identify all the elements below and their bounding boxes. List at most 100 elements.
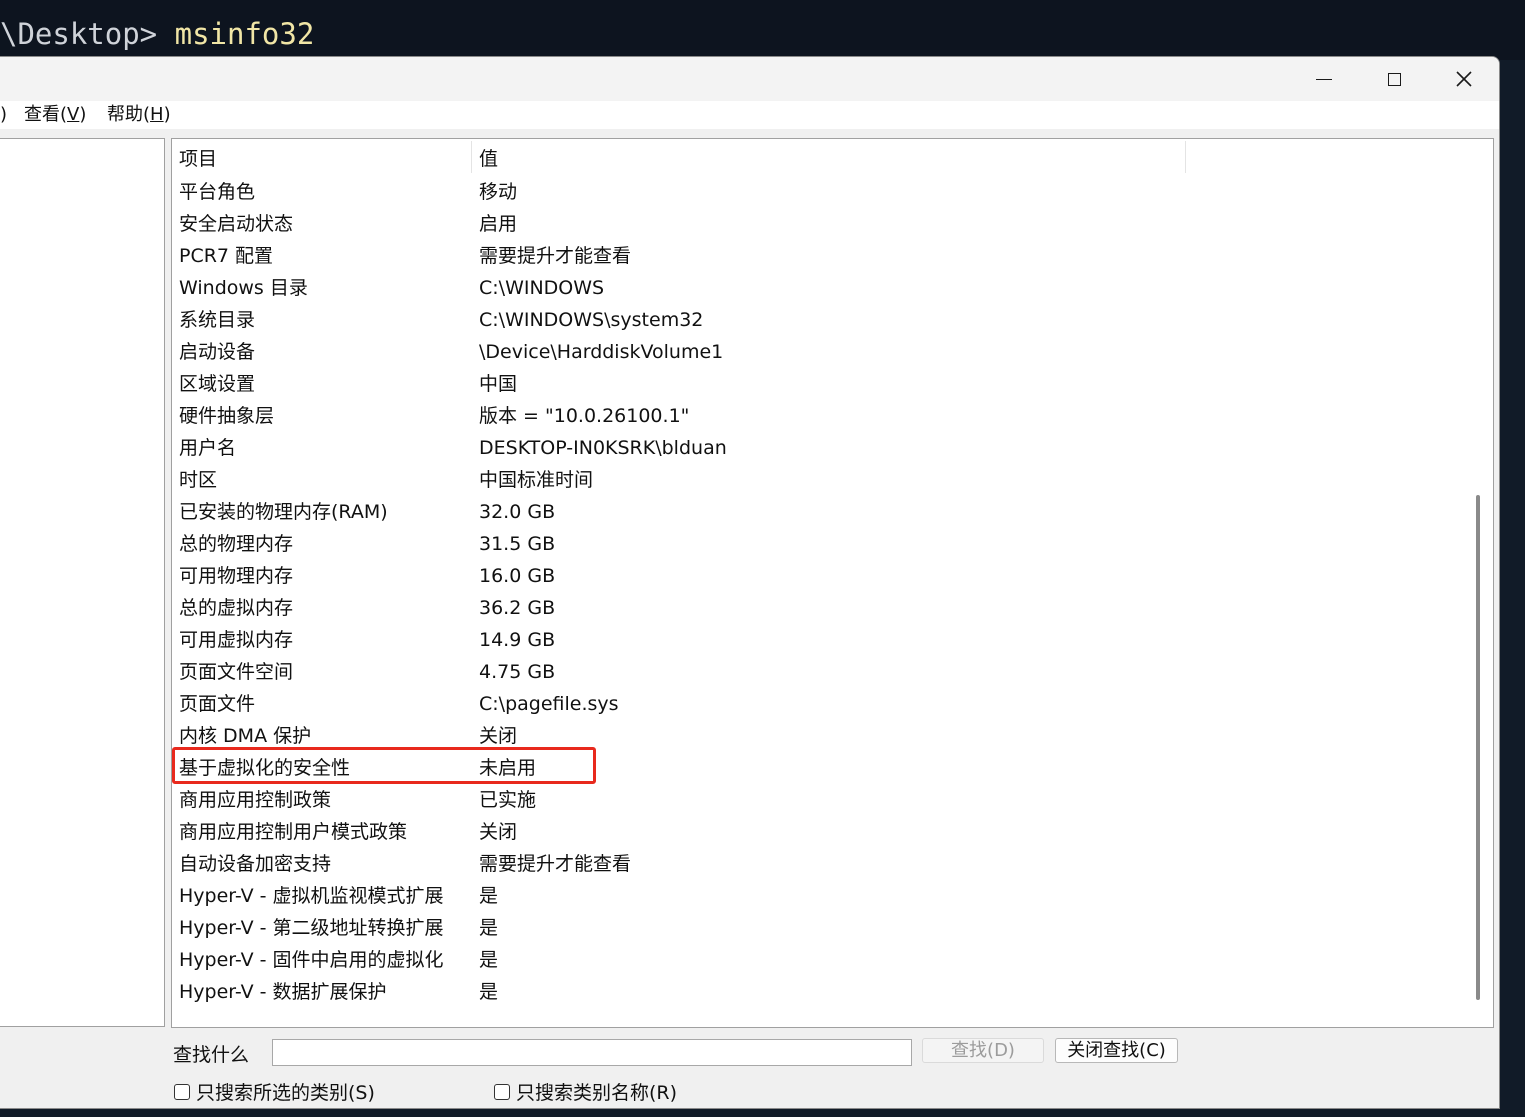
row-item: 已安装的物理内存(RAM)	[179, 501, 388, 523]
table-row[interactable]: 启动设备 \Device\HarddiskVolume1	[172, 336, 1462, 368]
table-row[interactable]: 页面文件空间 4.75 GB	[172, 656, 1462, 688]
row-item: 安全启动状态	[179, 213, 294, 235]
checkbox-label: 只搜索所选的类别(S)	[196, 1082, 375, 1104]
row-item: Windows 目录	[179, 277, 308, 299]
menu-item-clipped[interactable]: )	[0, 104, 7, 126]
row-value: 关闭	[479, 725, 518, 747]
row-value: 启用	[479, 213, 518, 235]
maximize-button[interactable]	[1360, 57, 1428, 101]
row-value: C:\WINDOWS\system32	[479, 309, 704, 331]
details-list[interactable]: 项目 值 平台角色 移动 安全启动状态 启用 PCR7 配置 需要提升才能查看 Window…	[171, 138, 1494, 1028]
table-row[interactable]: 基于虚拟化的安全性 未启用	[172, 752, 1462, 784]
checkbox-box[interactable]	[494, 1083, 510, 1100]
close-icon	[1456, 71, 1472, 87]
table-row[interactable]: 总的虚拟内存 36.2 GB	[172, 592, 1462, 624]
row-value: 移动	[479, 181, 518, 203]
row-value: 是	[479, 885, 499, 907]
column-divider[interactable]	[1185, 141, 1186, 173]
row-value: \Device\HarddiskVolume1	[479, 341, 724, 363]
row-value: 是	[479, 981, 499, 1003]
table-row[interactable]: 自动设备加密支持 需要提升才能查看	[172, 848, 1462, 880]
table-row[interactable]: 硬件抽象层 版本 = "10.0.26100.1"	[172, 400, 1462, 432]
table-row[interactable]: Hyper-V - 数据扩展保护 是	[172, 976, 1462, 1008]
terminal-background: \Desktop> msinfo32	[0, 0, 1525, 60]
close-button[interactable]	[1430, 57, 1498, 101]
row-item: 总的虚拟内存	[179, 597, 294, 619]
menu-view-label: 查看(	[24, 104, 68, 125]
table-row[interactable]: 总的物理内存 31.5 GB	[172, 528, 1462, 560]
table-row[interactable]: 时区 中国标准时间	[172, 464, 1462, 496]
scrollbar-thumb[interactable]	[1476, 495, 1480, 1000]
menu-help-mnemonic: H	[150, 104, 164, 125]
row-value: 需要提升才能查看	[479, 853, 632, 875]
only-selected-category-checkbox[interactable]: 只搜索所选的类别(S)	[174, 1078, 375, 1105]
terminal-prompt: \Desktop>	[0, 17, 175, 51]
column-divider[interactable]	[471, 141, 472, 173]
row-item: 内核 DMA 保护	[179, 725, 312, 747]
row-value: 中国	[479, 373, 518, 395]
table-row[interactable]: PCR7 配置 需要提升才能查看	[172, 240, 1462, 272]
row-value: 关闭	[479, 821, 518, 843]
minimize-button[interactable]	[1290, 57, 1358, 101]
table-row[interactable]: 商用应用控制政策 已实施	[172, 784, 1462, 816]
find-button[interactable]: 查找(D)	[922, 1038, 1044, 1063]
row-value: 14.9 GB	[479, 629, 556, 651]
checkbox-box[interactable]	[174, 1083, 190, 1100]
row-value: C:\pagefile.sys	[479, 693, 619, 715]
column-header-item[interactable]: 项目	[179, 145, 217, 173]
table-row[interactable]: 安全启动状态 启用	[172, 208, 1462, 240]
table-row[interactable]: Hyper-V - 虚拟机监视模式扩展 是	[172, 880, 1462, 912]
menu-item-help[interactable]: 帮助(H)	[107, 104, 171, 126]
row-item: 可用物理内存	[179, 565, 294, 587]
table-row[interactable]: 可用物理内存 16.0 GB	[172, 560, 1462, 592]
row-item: Hyper-V - 第二级地址转换扩展	[179, 917, 444, 939]
menu-help-label: 帮助(	[107, 104, 151, 125]
table-row[interactable]: Windows 目录 C:\WINDOWS	[172, 272, 1462, 304]
row-value: 16.0 GB	[479, 565, 556, 587]
row-item: 系统目录	[179, 309, 256, 331]
table-row[interactable]: 区域设置 中国	[172, 368, 1462, 400]
row-value: DESKTOP-IN0KSRK\blduan	[479, 437, 727, 459]
row-value: 是	[479, 917, 499, 939]
row-item: 可用虚拟内存	[179, 629, 294, 651]
table-row[interactable]: 商用应用控制用户模式政策 关闭	[172, 816, 1462, 848]
row-item: 总的物理内存	[179, 533, 294, 555]
row-item: 平台角色	[179, 181, 256, 203]
row-item: Hyper-V - 虚拟机监视模式扩展	[179, 885, 444, 907]
system-information-window: ) 查看(V) 帮助(H) 项目 值 平台角色 移动安全启动状态 启用 PCR7 配置…	[0, 56, 1500, 1109]
vertical-scrollbar[interactable]	[1468, 139, 1493, 1027]
row-value: 32.0 GB	[479, 501, 556, 523]
row-value: 需要提升才能查看	[479, 245, 632, 267]
row-value: 中国标准时间	[479, 469, 594, 491]
row-item: Hyper-V - 固件中启用的虚拟化	[179, 949, 444, 971]
table-row[interactable]: 已安装的物理内存(RAM) 32.0 GB	[172, 496, 1462, 528]
row-value: C:\WINDOWS	[479, 277, 605, 299]
minimize-icon	[1316, 78, 1332, 80]
close-find-button[interactable]: 关闭查找(C)	[1055, 1038, 1178, 1063]
row-value: 31.5 GB	[479, 533, 556, 555]
table-row[interactable]: 可用虚拟内存 14.9 GB	[172, 624, 1462, 656]
menu-item-view[interactable]: 查看(V)	[24, 104, 86, 126]
table-row[interactable]: 平台角色 移动	[172, 176, 1462, 208]
table-row[interactable]: 页面文件 C:\pagefile.sys	[172, 688, 1462, 720]
column-header-value[interactable]: 值	[479, 145, 498, 173]
row-value: 是	[479, 949, 499, 971]
list-rows: 平台角色 移动安全启动状态 启用 PCR7 配置 需要提升才能查看 Windows 目录 C…	[172, 176, 1462, 1008]
find-input[interactable]	[272, 1039, 912, 1066]
desktop-edge	[1500, 60, 1525, 1117]
table-row[interactable]: 内核 DMA 保护 关闭	[172, 720, 1462, 752]
row-item: 基于虚拟化的安全性	[179, 757, 351, 779]
row-value: 版本 = "10.0.26100.1"	[479, 405, 690, 427]
only-category-names-checkbox[interactable]: 只搜索类别名称(R)	[494, 1078, 677, 1105]
category-tree[interactable]	[0, 138, 165, 1027]
row-item: 商用应用控制用户模式政策	[179, 821, 408, 843]
row-value: 4.75 GB	[479, 661, 556, 683]
row-item: 商用应用控制政策	[179, 789, 332, 811]
table-row[interactable]: 系统目录 C:\WINDOWS\system32	[172, 304, 1462, 336]
find-label: 查找什么	[173, 1044, 250, 1066]
table-row[interactable]: 用户名 DESKTOP-IN0KSRK\blduan	[172, 432, 1462, 464]
table-row[interactable]: Hyper-V - 第二级地址转换扩展 是	[172, 912, 1462, 944]
title-bar[interactable]	[0, 57, 1499, 101]
menu-view-tail: )	[79, 104, 87, 125]
table-row[interactable]: Hyper-V - 固件中启用的虚拟化 是	[172, 944, 1462, 976]
